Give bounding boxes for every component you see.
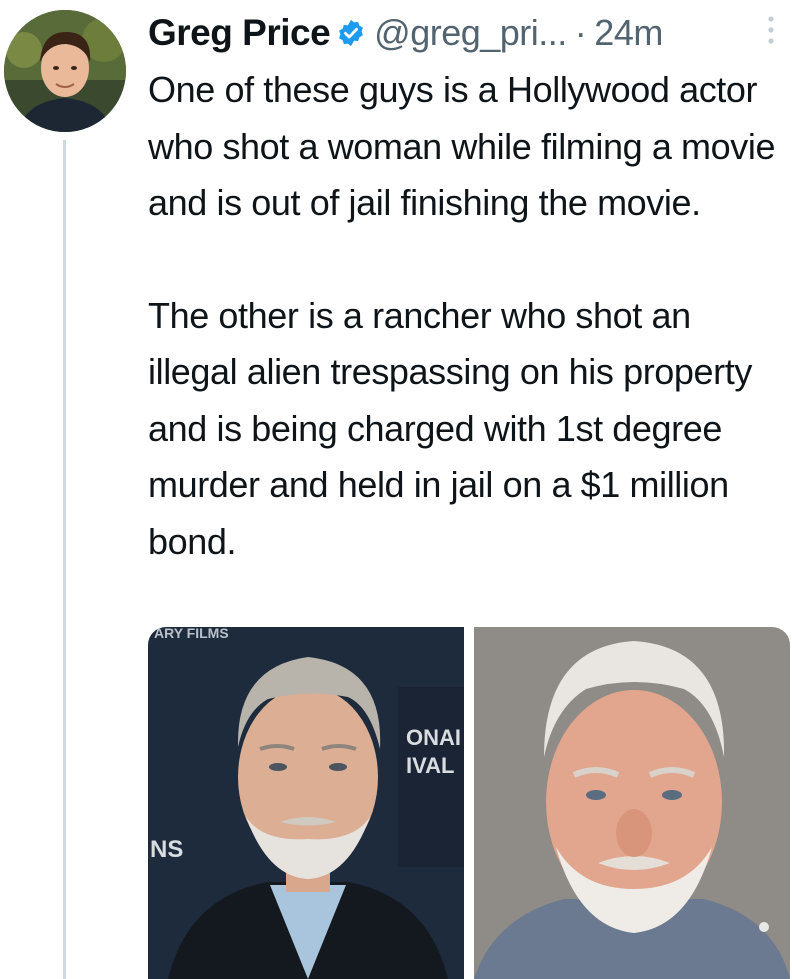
media-photo-actor[interactable]: ARY FILMS ONAI IVAL NS (148, 627, 464, 979)
tweet-timestamp[interactable]: 24m (594, 12, 663, 54)
tweet-paragraph: One of these guys is a Hollywood actor w… (148, 69, 776, 223)
tweet-media: ARY FILMS ONAI IVAL NS (148, 627, 790, 979)
backdrop-text: NS (150, 836, 183, 863)
verified-badge-icon (336, 18, 366, 48)
more-options-icon[interactable] (764, 12, 778, 48)
author-display-name[interactable]: Greg Price (148, 12, 331, 54)
tweet-text: One of these guys is a Hollywood actor w… (148, 62, 788, 570)
author-handle[interactable]: @greg_pri... (374, 12, 567, 54)
tweet-header: Greg Price @greg_pri... · 24m (148, 8, 663, 58)
separator-dot: · (574, 12, 587, 53)
author-avatar[interactable] (4, 10, 126, 132)
media-photo-rancher[interactable] (474, 627, 790, 979)
thread-line (63, 140, 66, 979)
backdrop-text: ONAI (406, 725, 461, 750)
backdrop-text: IVAL (406, 753, 454, 778)
tweet-paragraph: The other is a rancher who shot an illeg… (148, 294, 752, 562)
tweet[interactable]: Greg Price @greg_pri... · 24m One of the… (0, 0, 792, 979)
backdrop-text: ARY FILMS (154, 627, 229, 641)
